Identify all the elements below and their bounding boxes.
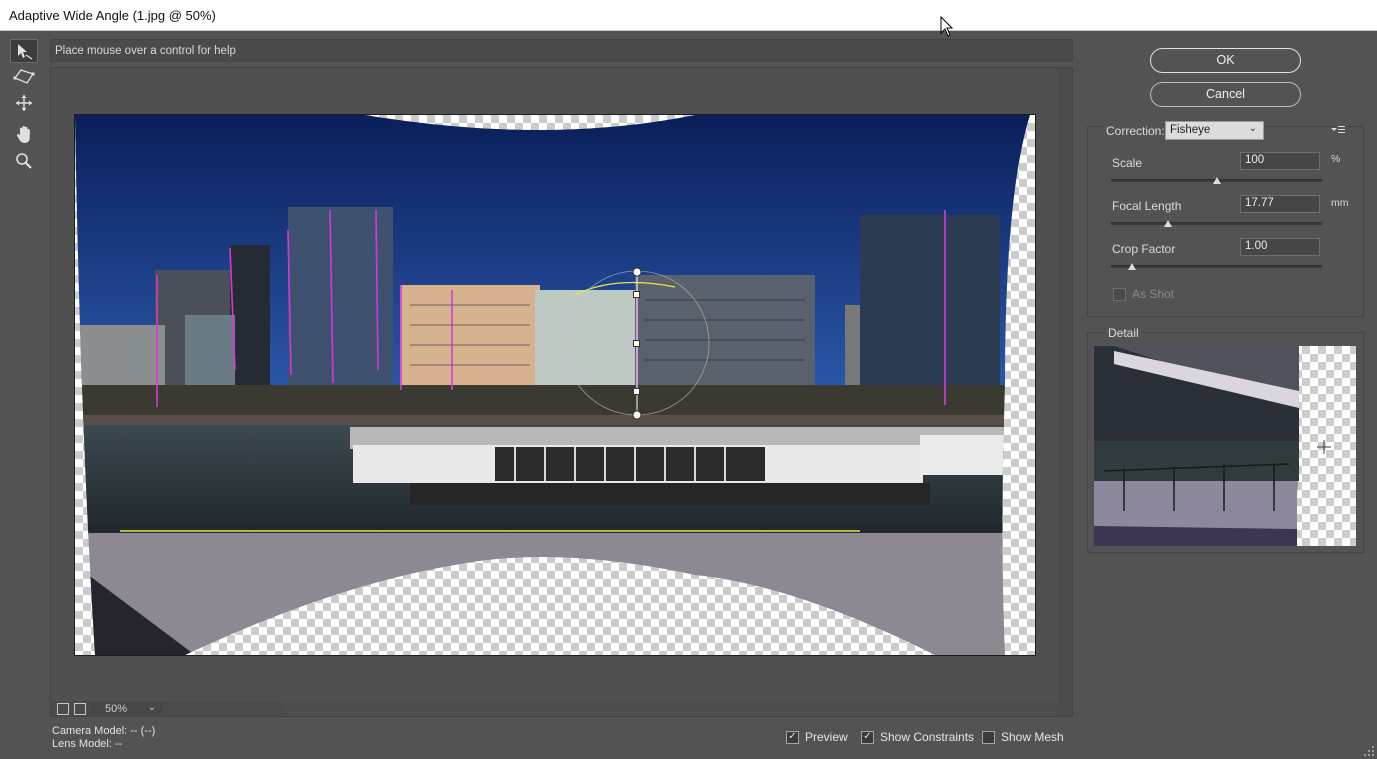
focal-length-label: Focal Length [1112, 199, 1182, 213]
preview-image-canvas [75, 115, 1035, 655]
as-shot-label: As Shot [1132, 287, 1175, 301]
crop-factor-input[interactable]: 1.00 [1240, 238, 1320, 256]
show-mesh-option[interactable]: Show Mesh [982, 730, 1064, 744]
constraint-tool-icon [18, 44, 33, 60]
preview-checkbox[interactable]: ✓ [786, 730, 799, 744]
scale-slider-thumb[interactable] [1212, 177, 1221, 184]
preview-image[interactable] [74, 114, 1036, 656]
resize-grip-icon[interactable] [1364, 746, 1375, 757]
help-text: Place mouse over a control for help [50, 39, 1073, 62]
panel-menu-icon[interactable] [1330, 124, 1346, 136]
correction-label: Correction: [1104, 124, 1167, 138]
camera-model: Camera Model: -- (--) [52, 725, 156, 737]
preview-option[interactable]: ✓ Preview [786, 730, 848, 744]
focal-length-slider-track[interactable] [1111, 222, 1322, 225]
zoom-tool-icon [16, 153, 32, 169]
show-mesh-checkbox[interactable] [982, 730, 995, 744]
correction-value: Fisheye [1170, 124, 1211, 136]
detail-preview-image [1094, 346, 1356, 546]
mouse-cursor-icon [940, 16, 954, 37]
show-constraints-option[interactable]: ✓ Show Constraints [861, 730, 974, 744]
zoom-dropdown[interactable]: ⌄ [143, 702, 161, 717]
hand-tool[interactable] [10, 123, 38, 147]
lens-model: Lens Model: -- [52, 738, 123, 750]
crop-factor-slider-thumb[interactable] [1128, 263, 1137, 270]
crop-factor-label: Crop Factor [1112, 242, 1176, 256]
move-tool[interactable] [10, 91, 38, 115]
zoom-tool[interactable] [10, 149, 38, 173]
show-constraints-checkbox[interactable]: ✓ [861, 730, 874, 744]
detail-label: Detail [1105, 326, 1142, 340]
ok-button[interactable]: OK [1150, 48, 1301, 73]
focal-length-unit: mm [1331, 197, 1349, 209]
hand-tool-icon [16, 126, 30, 143]
scale-unit: % [1331, 153, 1341, 165]
cancel-button[interactable]: Cancel [1150, 82, 1301, 107]
window-title: Adaptive Wide Angle (1.jpg @ 50%) [9, 8, 216, 23]
polygon-constraint-tool[interactable] [10, 64, 38, 88]
polygon-constraint-tool-icon [13, 69, 35, 84]
constraint-tool[interactable] [10, 39, 38, 63]
correction-select[interactable]: Fisheye ⌄ [1165, 121, 1264, 140]
fit-view-button[interactable] [57, 703, 69, 715]
show-constraints-label: Show Constraints [880, 730, 975, 744]
as-shot-checkbox[interactable] [1113, 287, 1126, 301]
focal-length-slider-thumb[interactable] [1163, 220, 1172, 227]
horizontal-scrollbar[interactable] [285, 701, 1057, 716]
move-tool-icon [16, 95, 32, 111]
as-shot-option[interactable]: As Shot [1113, 287, 1174, 301]
chevron-down-icon: ⌄ [147, 702, 157, 713]
actual-pixels-button[interactable] [74, 703, 86, 715]
detail-preview [1094, 346, 1356, 546]
title-bar: Adaptive Wide Angle (1.jpg @ 50%) [0, 0, 1377, 37]
crop-factor-slider-track[interactable] [1111, 265, 1322, 268]
focal-length-input[interactable]: 17.77 [1240, 195, 1320, 213]
scale-label: Scale [1112, 156, 1143, 170]
scale-input[interactable]: 100 [1240, 152, 1320, 170]
zoom-level[interactable]: 50% [90, 702, 142, 717]
chevron-down-icon: ⌄ [1248, 123, 1257, 134]
show-mesh-label: Show Mesh [1001, 730, 1064, 744]
preview-label: Preview [805, 730, 848, 744]
